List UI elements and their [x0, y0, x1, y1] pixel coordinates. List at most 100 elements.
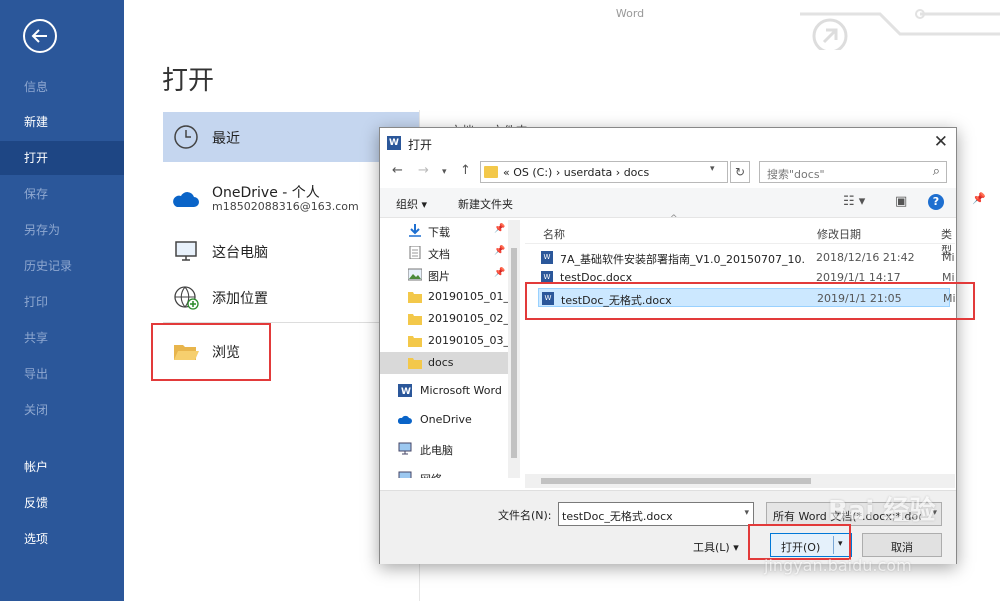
tree-item-this-pc[interactable]: 此电脑 [380, 438, 508, 460]
nav-export[interactable]: 导出 [0, 357, 124, 391]
organize-button[interactable]: 组织 ▾ [396, 196, 427, 212]
dialog-toolbar: 组织 ▾ 新建文件夹 ☷ ▾ ▣ ? [380, 188, 956, 218]
nav-save-as[interactable]: 另存为 [0, 213, 124, 247]
cloud-icon [173, 192, 199, 207]
forward-arrow-icon[interactable]: → [418, 163, 429, 178]
file-date: 2018/12/16 21:42 [816, 251, 915, 264]
search-icon: ⌕ [932, 164, 940, 179]
folder-icon [408, 314, 422, 325]
nav-print[interactable]: 打印 [0, 285, 124, 319]
svg-text:W: W [401, 387, 411, 397]
filename-label: 文件名(N): [498, 509, 552, 522]
address-bar-row: ← → ▾ ↑ « OS (C:) › userdata › docs ▾ ↻ … [380, 158, 956, 186]
address-bar[interactable]: « OS (C:) › userdata › docs [480, 161, 728, 183]
file-type: Mi [942, 251, 955, 264]
document-icon [409, 246, 421, 259]
view-options-icon[interactable]: ☷ ▾ [843, 194, 865, 209]
tree-item-label: 网络 [420, 471, 500, 478]
recent-locations-chevron-icon[interactable]: ▾ [442, 167, 447, 177]
pin-icon[interactable]: 📌 [972, 192, 986, 205]
pin-icon: 📌 [494, 224, 506, 234]
column-date-modified[interactable]: 修改日期 [817, 226, 861, 242]
location-recent-label: 最近 [212, 131, 240, 147]
tree-item-folder-02[interactable]: 20190105_02_W [380, 308, 508, 330]
tools-button[interactable]: 工具(L) ▾ [693, 539, 739, 555]
computer-icon [398, 442, 412, 455]
globe-add-icon [174, 286, 199, 310]
nav-save[interactable]: 保存 [0, 177, 124, 211]
search-placeholder: 搜索"docs" [767, 168, 825, 181]
location-add-place-label: 添加位置 [212, 291, 268, 307]
tree-item-label: docs [428, 356, 454, 369]
tree-item-downloads[interactable]: 下载 📌 [380, 220, 508, 242]
nav-account[interactable]: 帐户 [0, 450, 124, 484]
tree-item-network[interactable]: 网络 [380, 467, 508, 478]
up-arrow-icon[interactable]: ↑ [460, 163, 471, 178]
computer-icon [175, 241, 197, 261]
nav-info[interactable]: 信息 [0, 70, 124, 104]
close-icon[interactable]: ✕ [934, 132, 948, 152]
arrow-left-icon [31, 29, 47, 43]
refresh-icon[interactable]: ↻ [730, 161, 750, 183]
folder-icon [408, 336, 422, 347]
filename-input[interactable]: testDoc_无格式.docx ▾ [558, 502, 754, 526]
navigation-tree: 下载 📌 文档 📌 图片 📌 20190105_01_W 20190105_02… [380, 220, 520, 478]
file-row[interactable]: W 7A_基础软件安装部署指南_V1.0_20150707_10... 2018… [538, 248, 955, 267]
sort-ascending-icon: ^ [670, 214, 678, 224]
word-doc-icon: W [541, 251, 553, 264]
tree-scrollbar-thumb[interactable] [511, 248, 517, 458]
nav-new[interactable]: 新建 [0, 105, 124, 139]
chevron-down-icon: ▾ [733, 541, 739, 554]
download-icon [409, 224, 421, 237]
preview-pane-icon[interactable]: ▣ [895, 194, 907, 209]
network-icon [398, 471, 412, 478]
location-this-pc-label: 这台电脑 [212, 245, 268, 261]
cloud-icon [398, 415, 412, 424]
new-folder-button[interactable]: 新建文件夹 [458, 196, 513, 212]
nav-history[interactable]: 历史记录 [0, 249, 124, 283]
address-dropdown-icon[interactable]: ▾ [710, 164, 715, 174]
tree-item-folder-03[interactable]: 20190105_03_W [380, 330, 508, 352]
tree-item-pictures[interactable]: 图片 📌 [380, 264, 508, 286]
tree-scrollbar[interactable] [508, 220, 520, 478]
folder-icon [484, 166, 498, 178]
highlight-selected-file [525, 282, 975, 320]
nav-feedback[interactable]: 反馈 [0, 486, 124, 520]
back-button[interactable] [23, 19, 57, 53]
file-list-header: ^ 名称 修改日期 类型 [525, 214, 955, 257]
location-onedrive-email: m18502088316@163.com [212, 200, 359, 213]
tree-item-documents[interactable]: 文档 📌 [380, 242, 508, 264]
folder-icon [408, 292, 422, 303]
tree-item-label: 此电脑 [420, 444, 453, 457]
nav-close[interactable]: 关闭 [0, 393, 124, 427]
nav-open[interactable]: 打开 [0, 141, 124, 175]
nav-share[interactable]: 共享 [0, 321, 124, 355]
file-name: 7A_基础软件安装部署指南_V1.0_20150707_10... [560, 253, 806, 266]
circuit-decoration-icon [800, 9, 1000, 50]
tree-item-docs[interactable]: docs [380, 352, 508, 374]
help-icon[interactable]: ? [928, 194, 944, 210]
tree-item-folder-01[interactable]: 20190105_01_W [380, 286, 508, 308]
page-title: 打开 [162, 66, 215, 96]
tree-item-label: OneDrive [420, 413, 472, 426]
nav-options[interactable]: 选项 [0, 522, 124, 556]
chevron-down-icon[interactable]: ▾ [744, 508, 749, 518]
tree-item-microsoft-word[interactable]: W Microsoft Word [380, 380, 508, 402]
picture-icon [408, 268, 422, 281]
tree-item-onedrive[interactable]: OneDrive [380, 409, 508, 431]
search-input[interactable]: 搜索"docs" ⌕ [759, 161, 947, 183]
hscrollbar-thumb[interactable] [541, 478, 811, 484]
address-path: « OS (C:) › userdata › docs [503, 166, 650, 179]
back-arrow-icon[interactable]: ← [392, 163, 403, 178]
watermark: Bai 经验 jingyan.baidu.com [760, 490, 1000, 585]
file-list-hscrollbar[interactable] [525, 474, 955, 488]
pin-icon: 📌 [494, 246, 506, 256]
highlight-browse [151, 323, 271, 381]
pin-icon: 📌 [494, 268, 506, 278]
column-name[interactable]: 名称 [543, 226, 565, 242]
file-list: ^ 名称 修改日期 类型 W 7A_基础软件安装部署指南_V1.0_201507… [525, 214, 956, 478]
tree-item-label: 20190105_03_W [428, 334, 508, 347]
backstage-sidebar: 信息 新建 打开 保存 另存为 历史记录 打印 共享 导出 关闭 帐户 反馈 选… [0, 0, 124, 601]
dialog-titlebar: W 打开 ✕ [380, 128, 956, 158]
dialog-title: 打开 [408, 138, 433, 152]
